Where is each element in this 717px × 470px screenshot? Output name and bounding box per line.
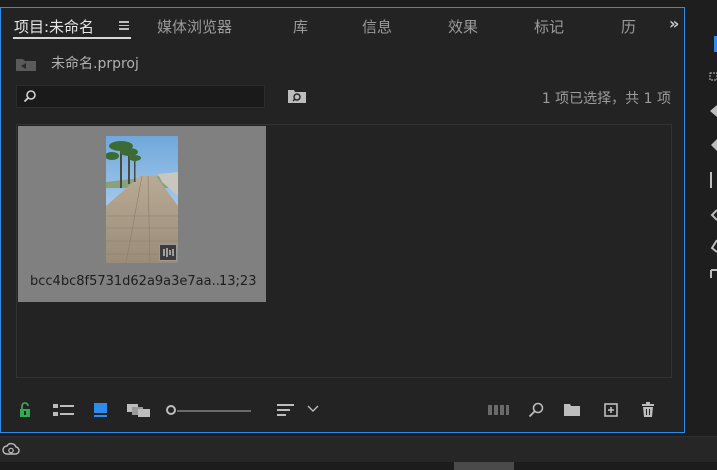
tab-libraries[interactable]: 库: [293, 16, 308, 37]
timeline-scroll-thumb[interactable]: [454, 462, 514, 470]
type-tool-icon: [710, 269, 717, 278]
panel-tab-bar: 项目:未命名 媒体浏览器 库 信息 效果 标记 历 »: [1, 8, 684, 42]
tab-overflow-icon[interactable]: »: [669, 14, 679, 33]
tab-info[interactable]: 信息: [362, 16, 392, 37]
bin-content-area: bcc4bc8f5731d62a9a3e7aa... 13;23: [16, 124, 672, 378]
tool-icons: [709, 36, 717, 278]
project-file-name: 未命名.prproj: [51, 56, 139, 72]
search-bin-icon[interactable]: [287, 88, 307, 104]
search-input[interactable]: [16, 85, 265, 108]
project-folder-icon[interactable]: [15, 56, 37, 72]
trash-icon[interactable]: [641, 401, 655, 418]
selection-count: 1 项已选择，共 1 项: [541, 91, 671, 107]
track-select-icon: [709, 72, 717, 81]
creative-cloud-sync-icon[interactable]: [2, 442, 20, 456]
new-bin-icon[interactable]: [563, 403, 581, 417]
chevron-down-icon[interactable]: [307, 405, 319, 413]
right-tool-strip: [686, 0, 717, 436]
tab-history[interactable]: 历: [621, 16, 636, 37]
tab-effects[interactable]: 效果: [448, 16, 478, 37]
panel-menu-icon[interactable]: [119, 21, 129, 30]
sort-icon[interactable]: [277, 403, 295, 417]
find-icon[interactable]: [528, 402, 544, 418]
pen-tool-icon: [710, 209, 717, 221]
clip-duration: 13;23: [219, 274, 257, 289]
freeform-view-icon[interactable]: [127, 403, 151, 417]
list-view-icon[interactable]: [53, 403, 75, 417]
clip-tile[interactable]: bcc4bc8f5731d62a9a3e7aa... 13;23: [18, 126, 266, 302]
hand-tool-icon: [710, 239, 717, 253]
tab-media-browser[interactable]: 媒体浏览器: [157, 16, 232, 37]
timeline-strip: [0, 462, 717, 470]
slip-tool-icon: [710, 172, 712, 188]
clip-name: bcc4bc8f5731d62a9a3e7aa...: [30, 274, 225, 289]
lock-icon[interactable]: [18, 402, 32, 418]
zoom-slider-handle[interactable]: [166, 405, 176, 415]
zoom-slider-track[interactable]: [177, 410, 251, 412]
audio-video-badge-icon: [159, 244, 177, 261]
automate-to-sequence-icon[interactable]: [488, 404, 510, 416]
panel-toolbar: [1, 396, 684, 426]
project-panel: 项目:未命名 媒体浏览器 库 信息 效果 标记 历 » 未命名.prproj 1…: [0, 7, 685, 433]
active-tab-underline: [13, 37, 131, 39]
status-bar: [0, 436, 717, 463]
razor-tool-icon: [711, 139, 717, 151]
tab-markers[interactable]: 标记: [534, 16, 564, 37]
search-icon: [23, 90, 36, 103]
new-item-icon[interactable]: [603, 402, 619, 418]
ripple-edit-icon: [710, 105, 717, 117]
icon-view-icon[interactable]: [93, 402, 109, 418]
tab-project[interactable]: 项目:未命名: [14, 16, 94, 37]
